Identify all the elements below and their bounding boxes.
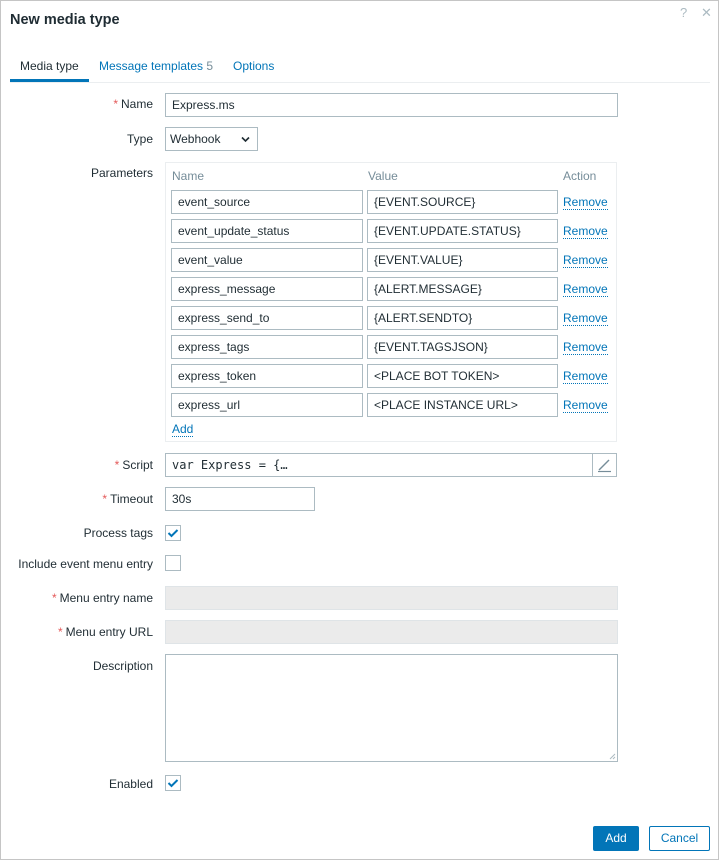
param-name-input[interactable]: express_message <box>171 277 363 301</box>
parameters-label: Parameters <box>90 166 153 180</box>
required-marker: * <box>114 458 120 472</box>
tab-label: Options <box>233 59 275 73</box>
remove-parameter-link[interactable]: Remove <box>563 282 608 297</box>
param-name-input[interactable]: express_send_to <box>171 306 363 330</box>
timeout-input[interactable]: 30s <box>165 487 315 511</box>
param-name-input[interactable]: express_url <box>171 393 363 417</box>
type-label: Type <box>126 132 153 146</box>
param-value-input[interactable]: {EVENT.SOURCE} <box>367 190 558 214</box>
include-event-menu-checkbox[interactable] <box>165 555 181 571</box>
param-value-input[interactable]: <PLACE BOT TOKEN> <box>367 364 558 388</box>
checkmark-icon <box>167 779 179 788</box>
param-value-input[interactable]: <PLACE INSTANCE URL> <box>367 393 558 417</box>
new-media-type-dialog: New media type ? ✕ Media type Message te… <box>0 0 719 860</box>
param-value-input[interactable]: {ALERT.SENDTO} <box>367 306 558 330</box>
remove-parameter-link[interactable]: Remove <box>563 369 608 384</box>
param-name-input[interactable]: event_value <box>171 248 363 272</box>
name-label: * Name <box>113 97 153 111</box>
dialog-title: New media type <box>10 12 120 28</box>
tab-message-templates[interactable]: Message templates 5 <box>99 59 213 73</box>
tab-label: Media type <box>20 59 79 73</box>
description-label: Description <box>92 659 153 673</box>
remove-parameter-link[interactable]: Remove <box>563 398 608 413</box>
pencil-edit-icon[interactable] <box>592 454 616 476</box>
parameters-table: Name Value Action event_source {EVENT.SOU… <box>165 162 617 442</box>
menu-entry-url-input <box>165 620 618 644</box>
remove-parameter-link[interactable]: Remove <box>563 340 608 355</box>
include-event-menu-label: Include event menu entry <box>18 557 153 571</box>
required-marker: * <box>57 625 63 639</box>
chevron-down-icon <box>241 128 250 158</box>
script-label-text: Script <box>122 458 153 472</box>
param-name-input[interactable]: event_update_status <box>171 219 363 243</box>
menu-entry-name-label-text: Menu entry name <box>59 591 153 605</box>
remove-parameter-link[interactable]: Remove <box>563 224 608 239</box>
help-icon[interactable]: ? <box>680 5 687 20</box>
script-label: * Script <box>115 458 153 472</box>
script-field[interactable]: var Express = {… <box>165 453 617 477</box>
process-tags-label: Process tags <box>83 526 153 540</box>
script-value: var Express = {… <box>172 458 288 472</box>
cancel-button[interactable]: Cancel <box>649 826 710 851</box>
menu-entry-name-input <box>165 586 618 610</box>
tab-media-type[interactable]: Media type <box>20 59 79 73</box>
name-label-text: Name <box>120 97 153 111</box>
tab-options[interactable]: Options <box>233 59 274 73</box>
param-header-name: Name <box>172 169 205 183</box>
timeout-label: * Timeout <box>102 492 153 506</box>
add-parameter-link[interactable]: Add <box>172 422 194 437</box>
tab-count-badge: 5 <box>206 59 214 73</box>
param-header-action: Action <box>563 169 597 183</box>
menu-entry-name-label: * Menu entry name <box>52 591 153 605</box>
description-textarea[interactable] <box>165 654 618 762</box>
param-name-input[interactable]: express_tags <box>171 335 363 359</box>
param-header-value: Value <box>368 169 398 183</box>
active-tab-indicator <box>10 79 89 82</box>
enabled-label: Enabled <box>108 777 153 791</box>
remove-parameter-link[interactable]: Remove <box>563 311 608 326</box>
remove-parameter-link[interactable]: Remove <box>563 195 608 210</box>
param-value-input[interactable]: {EVENT.TAGSJSON} <box>367 335 558 359</box>
add-button[interactable]: Add <box>593 826 639 851</box>
close-icon[interactable]: ✕ <box>701 5 712 21</box>
type-select-value: Webhook <box>170 132 221 146</box>
timeout-label-text: Timeout <box>110 492 153 506</box>
required-marker: * <box>51 591 57 605</box>
menu-entry-url-label: * Menu entry URL <box>58 625 153 639</box>
param-value-input[interactable]: {EVENT.VALUE} <box>367 248 558 272</box>
required-marker: * <box>102 492 108 506</box>
remove-parameter-link[interactable]: Remove <box>563 253 608 268</box>
checkmark-icon <box>167 529 179 538</box>
name-input[interactable]: Express.ms <box>165 93 618 117</box>
type-select[interactable]: Webhook <box>165 127 258 151</box>
enabled-checkbox[interactable] <box>165 775 181 791</box>
param-name-input[interactable]: express_token <box>171 364 363 388</box>
param-value-input[interactable]: {ALERT.MESSAGE} <box>367 277 558 301</box>
menu-entry-url-label-text: Menu entry URL <box>65 625 153 639</box>
tab-label: Message templates <box>99 59 204 73</box>
resize-handle-icon[interactable] <box>609 753 616 760</box>
param-name-input[interactable]: event_source <box>171 190 363 214</box>
process-tags-checkbox[interactable] <box>165 525 181 541</box>
required-marker: * <box>113 97 118 111</box>
tab-bar: Media type Message templates 5 Options <box>10 57 710 83</box>
param-value-input[interactable]: {EVENT.UPDATE.STATUS} <box>367 219 558 243</box>
